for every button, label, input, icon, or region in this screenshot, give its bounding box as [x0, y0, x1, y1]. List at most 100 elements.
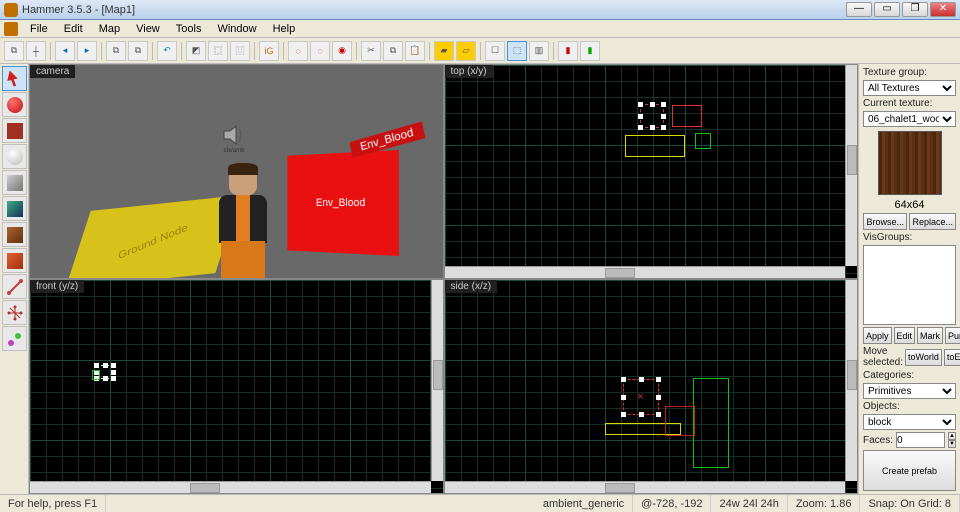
menu-map[interactable]: Map	[91, 22, 128, 36]
to-entity-button[interactable]: toEntity	[944, 349, 960, 366]
edit-button[interactable]: Edit	[894, 327, 916, 344]
status-help: For help, press F1	[0, 495, 106, 512]
tb-copy-icon[interactable]: ⧉	[383, 41, 403, 61]
tb-save-window-icon[interactable]: ⧉	[128, 41, 148, 61]
texgroup-label: Texture group:	[863, 67, 956, 78]
menu-file[interactable]: File	[22, 22, 56, 36]
tb-load-window-icon[interactable]: ⧉	[106, 41, 126, 61]
visgroups-listbox[interactable]	[863, 245, 956, 325]
viewport-top-label: top (x/y)	[445, 65, 493, 78]
block-tool[interactable]	[2, 170, 27, 195]
purge-button[interactable]: Purge	[945, 327, 960, 344]
speaker-entity-label: sfx/amb	[222, 148, 246, 154]
viewport-top[interactable]: top (x/y)	[445, 65, 858, 278]
decal-tool[interactable]	[2, 248, 27, 273]
replace-button[interactable]: Replace...	[909, 213, 956, 230]
app-icon	[4, 3, 18, 17]
viewport-front-label: front (y/z)	[30, 280, 84, 293]
tb-show-icon[interactable]: ◉	[332, 41, 352, 61]
viewport-side-vscroll[interactable]	[845, 280, 857, 481]
viewport-camera[interactable]: camera sfx/amb Ground Node Env_Blood Env…	[30, 65, 443, 278]
curtex-select[interactable]: 06_chalet1_woo	[863, 111, 956, 127]
close-button[interactable]: ✕	[930, 2, 956, 17]
tb-tex-align-icon[interactable]: ▥	[529, 41, 549, 61]
texgroup-select[interactable]: All Textures	[863, 80, 956, 96]
curtex-label: Current texture:	[863, 98, 956, 109]
npc-model	[205, 165, 281, 278]
browse-button[interactable]: Browse...	[863, 213, 907, 230]
menu-view[interactable]: View	[128, 22, 168, 36]
path-tool[interactable]	[2, 326, 27, 351]
tb-select-mode-icon[interactable]: ☐	[485, 41, 505, 61]
menu-bar: File Edit Map View Tools Window Help	[0, 20, 960, 38]
tb-2d3d-toggle[interactable]: ⧉	[4, 41, 24, 61]
viewport-side-hscroll[interactable]	[445, 481, 846, 493]
selection-tool[interactable]	[2, 66, 27, 91]
tb-undo-icon[interactable]: ↶	[157, 41, 177, 61]
tb-ig-icon[interactable]: iG	[259, 41, 279, 61]
tb-group-icon[interactable]: ⿴	[208, 41, 228, 61]
status-snap: Snap: On Grid: 8	[860, 495, 960, 512]
viewport-grid: camera sfx/amb Ground Node Env_Blood Env…	[29, 64, 858, 494]
menu-tools[interactable]: Tools	[168, 22, 210, 36]
status-dims: 24w 24l 24h	[711, 495, 787, 512]
faces-label: Faces:	[863, 435, 893, 446]
tb-hide-sel-icon[interactable]: ◌	[288, 41, 308, 61]
viewport-camera-label: camera	[30, 65, 75, 78]
magnify-tool[interactable]	[2, 92, 27, 117]
status-entity: ambient_generic	[535, 495, 633, 512]
objects-select[interactable]: block	[863, 414, 956, 430]
apply-tool[interactable]	[2, 222, 27, 247]
tb-hide-unsel-icon[interactable]: ◌	[310, 41, 330, 61]
tb-compile-options-icon[interactable]: ▮	[580, 41, 600, 61]
viewport-top-hscroll[interactable]	[445, 266, 846, 278]
faces-input[interactable]	[896, 432, 945, 448]
tb-paste-icon[interactable]: 📋	[405, 41, 425, 61]
categories-label: Categories:	[863, 370, 956, 381]
faces-up[interactable]: ▲	[948, 432, 956, 440]
speaker-icon: sfx/amb	[222, 125, 246, 145]
menu-help[interactable]: Help	[265, 22, 304, 36]
viewport-side[interactable]: side (x/z) ×	[445, 280, 858, 493]
tb-cordon-icon[interactable]: ▰	[434, 41, 454, 61]
maximize-button[interactable]: ▭	[874, 2, 900, 17]
move-selected-label: Move selected:	[863, 346, 903, 368]
tb-larger-grid[interactable]: ▸	[77, 41, 97, 61]
restore-button[interactable]: ❐	[902, 2, 928, 17]
tb-carve-icon[interactable]: ◩	[186, 41, 206, 61]
create-prefab-button[interactable]: Create prefab	[863, 450, 956, 491]
entity-tool[interactable]	[2, 144, 27, 169]
mark-button[interactable]: Mark	[917, 327, 943, 344]
vertex-tool[interactable]	[2, 300, 27, 325]
faces-down[interactable]: ▼	[948, 440, 956, 448]
menu-window[interactable]: Window	[209, 22, 264, 36]
tb-cut-icon[interactable]: ✂	[361, 41, 381, 61]
objects-label: Objects:	[863, 401, 956, 412]
status-zoom: Zoom: 1.86	[788, 495, 861, 512]
to-world-button[interactable]: toWorld	[905, 349, 942, 366]
tb-smaller-grid[interactable]: ◂	[55, 41, 75, 61]
title-bar: Hammer 3.5.3 - [Map1] — ▭ ❐ ✕	[0, 0, 960, 20]
tb-tex-lock-icon[interactable]: ⬚	[507, 41, 527, 61]
viewport-front-vscroll[interactable]	[431, 280, 443, 481]
texture-tool[interactable]	[2, 196, 27, 221]
texture-swatch[interactable]	[878, 131, 942, 195]
tb-run-icon[interactable]: ▮	[558, 41, 578, 61]
categories-select[interactable]: Primitives	[863, 383, 956, 399]
apply-button[interactable]: Apply	[863, 327, 892, 344]
tool-palette	[0, 64, 29, 494]
window-title: Hammer 3.5.3 - [Map1]	[22, 4, 846, 16]
tb-ungroup-icon[interactable]: ⿶	[230, 41, 250, 61]
clip-tool[interactable]	[2, 274, 27, 299]
hammer-icon	[4, 22, 18, 36]
menu-edit[interactable]: Edit	[56, 22, 91, 36]
camera-tool[interactable]	[2, 118, 27, 143]
viewport-front[interactable]: front (y/z)	[30, 280, 443, 493]
visgroups-label: VisGroups:	[863, 232, 956, 243]
tb-cordon-edit-icon[interactable]: ▱	[456, 41, 476, 61]
minimize-button[interactable]: —	[846, 2, 872, 17]
viewport-front-hscroll[interactable]	[30, 481, 431, 493]
tb-grid-icon[interactable]: ┼	[26, 41, 46, 61]
viewport-side-label: side (x/z)	[445, 280, 498, 293]
viewport-top-vscroll[interactable]	[845, 65, 857, 266]
